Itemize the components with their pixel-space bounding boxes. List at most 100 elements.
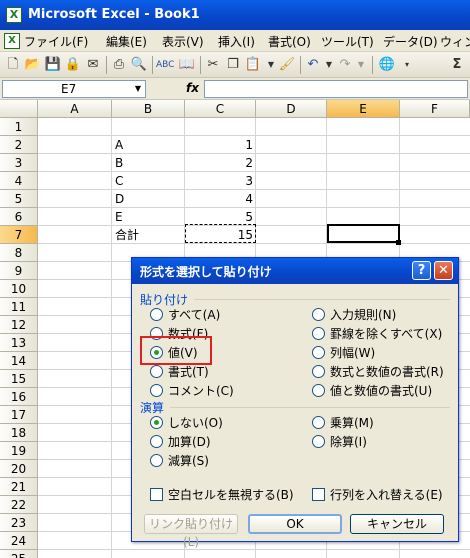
excel-app-icon[interactable]: X <box>6 7 22 23</box>
row-header[interactable]: 14 <box>0 352 38 370</box>
chevron-down-icon[interactable]: ▼ <box>131 81 145 97</box>
label-paste-column-widths[interactable]: 列幅(W) <box>330 344 375 361</box>
label-paste-validation[interactable]: 入力規則(N) <box>330 306 396 323</box>
label-paste-comments[interactable]: コメント(C) <box>168 382 234 399</box>
save-icon[interactable]: 💾 <box>44 56 62 74</box>
workbook-icon[interactable]: X <box>4 33 20 49</box>
label-operation-add[interactable]: 加算(D) <box>168 433 211 450</box>
menu-format[interactable]: 書式(O) <box>268 33 311 50</box>
label-skip-blanks[interactable]: 空白セルを無視する(B) <box>168 486 294 503</box>
row-header[interactable]: 15 <box>0 370 38 388</box>
cell-b3[interactable]: B <box>115 154 123 172</box>
label-operation-none[interactable]: しない(O) <box>168 414 223 431</box>
row-header[interactable]: 6 <box>0 208 38 226</box>
radio-operation-subtract[interactable] <box>150 454 163 467</box>
label-operation-subtract[interactable]: 減算(S) <box>168 452 209 469</box>
hyperlink-dropdown-icon[interactable]: ▾ <box>398 56 416 74</box>
row-header[interactable]: 13 <box>0 334 38 352</box>
row-header[interactable]: 2 <box>0 136 38 154</box>
paste-link-button[interactable]: リンク貼り付け(L) <box>144 514 238 549</box>
radio-paste-comments[interactable] <box>150 384 163 397</box>
redo-dropdown-icon[interactable]: ▼ <box>352 56 370 74</box>
menu-window[interactable]: ウィン <box>440 33 470 50</box>
select-all-corner[interactable] <box>0 100 38 118</box>
help-button[interactable]: ? <box>412 261 431 280</box>
permission-icon[interactable]: 🔒 <box>64 56 82 74</box>
row-header[interactable]: 5 <box>0 190 38 208</box>
radio-operation-multiply[interactable] <box>312 416 325 429</box>
row-header[interactable]: 19 <box>0 442 38 460</box>
formula-input[interactable] <box>204 80 468 98</box>
row-header[interactable]: 10 <box>0 280 38 298</box>
radio-operation-none[interactable] <box>150 416 163 429</box>
label-paste-formulas-number-formats[interactable]: 数式と数値の書式(R) <box>330 363 444 380</box>
row-header[interactable]: 16 <box>0 388 38 406</box>
dialog-title-bar[interactable]: 形式を選択して貼り付け ? ✕ <box>132 258 458 284</box>
name-box[interactable]: E7 ▼ <box>2 80 146 98</box>
cell-b2[interactable]: A <box>115 136 123 154</box>
research-icon[interactable]: 📖 <box>178 56 196 74</box>
cell-b4[interactable]: C <box>115 172 123 190</box>
cell-c3[interactable]: 2 <box>185 154 253 172</box>
menu-edit[interactable]: 編集(E) <box>106 33 147 50</box>
cell-c5[interactable]: 4 <box>185 190 253 208</box>
cell-b7[interactable]: 合計 <box>115 226 139 244</box>
column-header-b[interactable]: B <box>112 100 185 118</box>
menu-data[interactable]: データ(D) <box>383 33 438 50</box>
label-paste-all[interactable]: すべて(A) <box>168 306 220 323</box>
column-header-e[interactable]: E <box>327 100 400 118</box>
print-preview-icon[interactable]: 🔍 <box>130 56 148 74</box>
checkbox-transpose[interactable] <box>312 488 325 501</box>
row-header[interactable]: 4 <box>0 172 38 190</box>
row-header[interactable]: 21 <box>0 478 38 496</box>
radio-operation-add[interactable] <box>150 435 163 448</box>
row-header[interactable]: 11 <box>0 298 38 316</box>
column-header-c[interactable]: C <box>185 100 256 118</box>
ok-button[interactable]: OK <box>248 514 342 534</box>
menu-file[interactable]: ファイル(F) <box>24 33 88 50</box>
row-header[interactable]: 9 <box>0 262 38 280</box>
row-header[interactable]: 22 <box>0 496 38 514</box>
spelling-icon[interactable]: ABC <box>156 56 174 74</box>
autosum-icon[interactable]: Σ <box>448 56 466 74</box>
row-header[interactable]: 20 <box>0 460 38 478</box>
label-paste-all-except-borders[interactable]: 罫線を除くすべて(X) <box>330 325 442 342</box>
active-cell-e7[interactable] <box>327 224 400 243</box>
column-header-a[interactable]: A <box>38 100 112 118</box>
print-icon[interactable]: ⎙ <box>110 56 128 74</box>
radio-paste-validation[interactable] <box>312 308 325 321</box>
row-header[interactable]: 18 <box>0 424 38 442</box>
row-header[interactable]: 17 <box>0 406 38 424</box>
cut-icon[interactable]: ✂ <box>204 56 222 74</box>
row-header[interactable]: 1 <box>0 118 38 136</box>
row-header[interactable]: 24 <box>0 532 38 550</box>
cell-c2[interactable]: 1 <box>185 136 253 154</box>
cancel-button[interactable]: キャンセル <box>350 514 444 534</box>
row-header[interactable]: 8 <box>0 244 38 262</box>
hyperlink-icon[interactable]: 🌐 <box>378 56 396 74</box>
row-header-selected[interactable]: 7 <box>0 226 38 244</box>
label-paste-values-number-formats[interactable]: 値と数値の書式(U) <box>330 382 432 399</box>
menu-tools[interactable]: ツール(T) <box>321 33 374 50</box>
cell-b5[interactable]: D <box>115 190 124 208</box>
radio-paste-all[interactable] <box>150 308 163 321</box>
column-header-d[interactable]: D <box>256 100 327 118</box>
open-icon[interactable]: 📂 <box>24 56 42 74</box>
close-button[interactable]: ✕ <box>434 261 453 280</box>
radio-paste-column-widths[interactable] <box>312 346 325 359</box>
label-paste-formats[interactable]: 書式(T) <box>168 363 209 380</box>
radio-paste-values-number-formats[interactable] <box>312 384 325 397</box>
fill-handle[interactable] <box>396 240 401 245</box>
label-operation-multiply[interactable]: 乗算(M) <box>330 414 374 431</box>
cell-c4[interactable]: 3 <box>185 172 253 190</box>
radio-operation-divide[interactable] <box>312 435 325 448</box>
row-header[interactable]: 23 <box>0 514 38 532</box>
label-transpose[interactable]: 行列を入れ替える(E) <box>330 486 443 503</box>
email-icon[interactable]: ✉ <box>84 56 102 74</box>
row-header[interactable]: 12 <box>0 316 38 334</box>
column-header-f[interactable]: F <box>400 100 470 118</box>
paste-icon[interactable]: 📋 <box>244 56 262 74</box>
row-header[interactable]: 3 <box>0 154 38 172</box>
radio-paste-formats[interactable] <box>150 365 163 378</box>
cell-b6[interactable]: E <box>115 208 123 226</box>
